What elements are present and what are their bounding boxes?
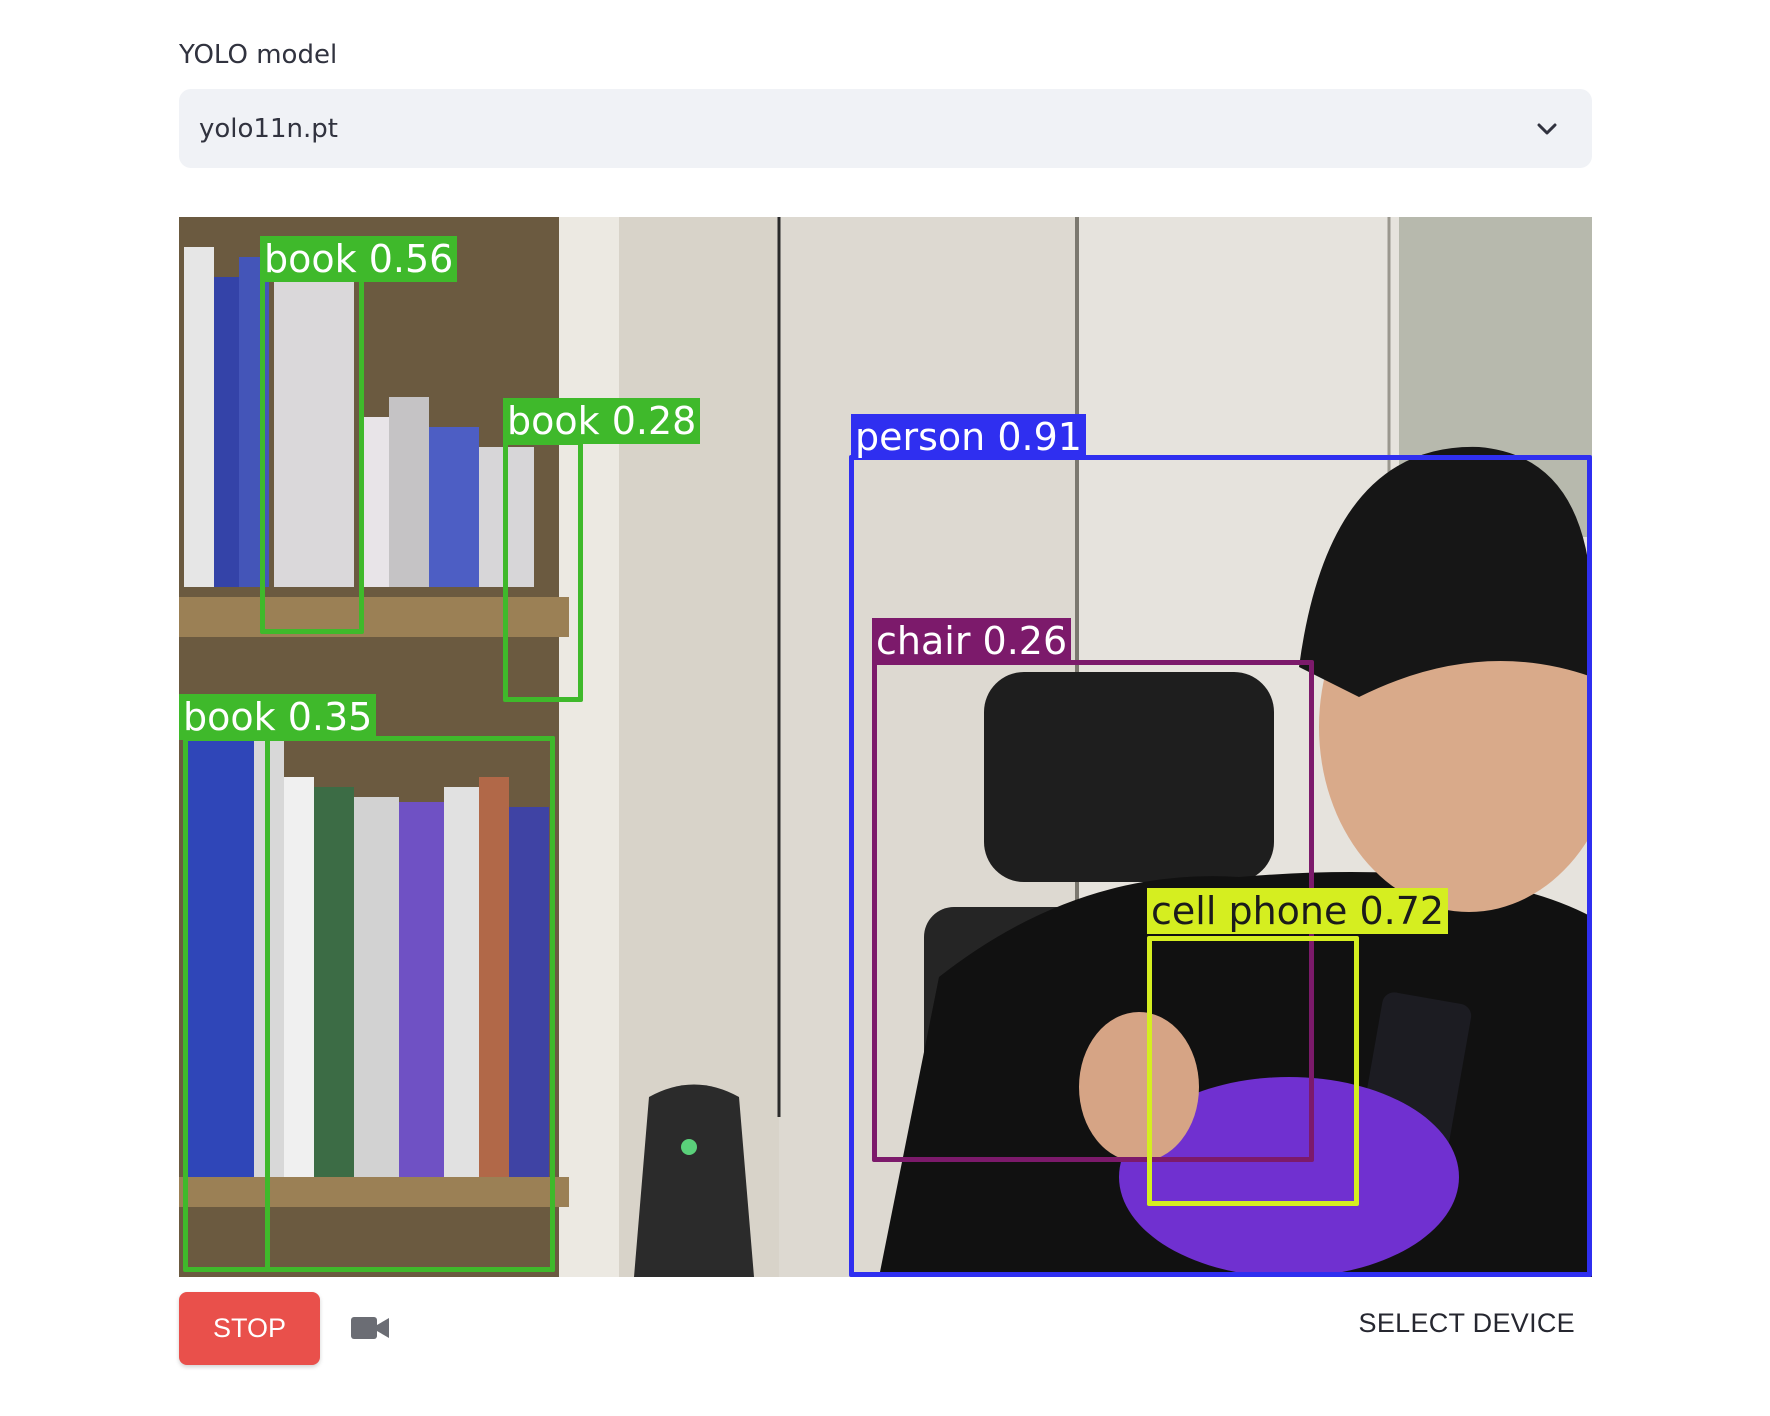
detection-box-cell-phone <box>1147 936 1359 1206</box>
chevron-down-icon <box>1537 123 1557 135</box>
detection-box-book-1 <box>260 276 364 634</box>
video-camera-icon[interactable] <box>350 1313 390 1343</box>
detection-label-book-2: book 0.28 <box>503 398 701 444</box>
model-select-value: yolo11n.pt <box>199 113 338 144</box>
detection-label-cell-phone: cell phone 0.72 <box>1147 888 1449 934</box>
detection-label-book-3: book 0.35 <box>179 694 377 740</box>
detection-box-book-2 <box>503 440 583 702</box>
detection-box-book-3b <box>265 736 555 1272</box>
select-device-button[interactable]: SELECT DEVICE <box>1359 1308 1575 1339</box>
model-select-label: YOLO model <box>179 40 338 70</box>
video-feed: book 0.56 book 0.28 book 0.35 person 0.9… <box>179 217 1592 1277</box>
stop-button[interactable]: STOP <box>179 1292 320 1365</box>
model-select[interactable]: yolo11n.pt <box>179 89 1592 168</box>
detection-label-person: person 0.91 <box>851 414 1086 460</box>
detection-label-book-1: book 0.56 <box>260 236 458 282</box>
detection-label-chair: chair 0.26 <box>872 618 1072 664</box>
